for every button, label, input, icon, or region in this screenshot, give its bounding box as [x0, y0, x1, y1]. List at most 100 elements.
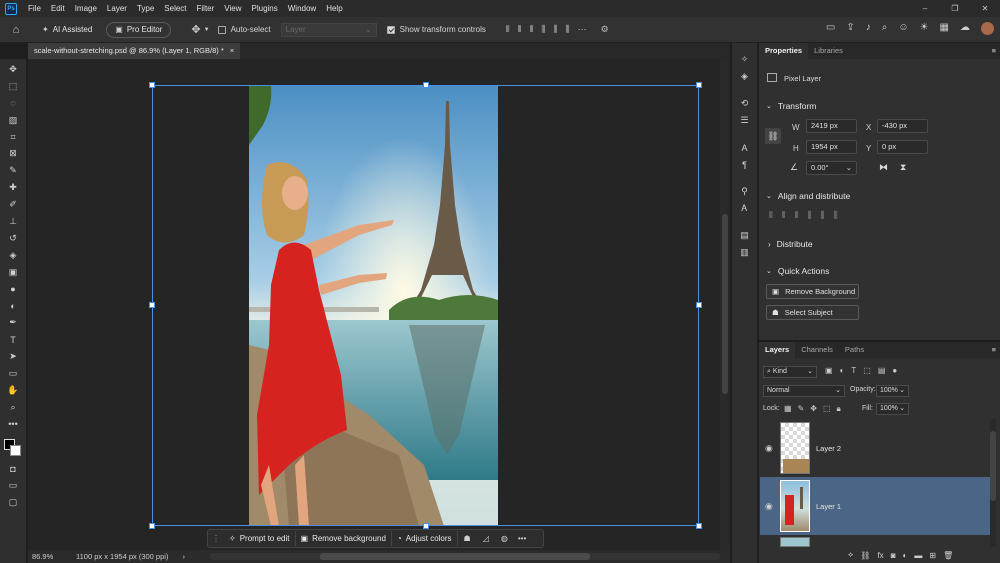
filter-smart-icon[interactable]: ▤: [878, 366, 886, 375]
flip-horizontal-icon[interactable]: ⧓: [879, 162, 888, 173]
align-middle-icon[interactable]: ⫼: [553, 24, 557, 35]
layer-comps-icon[interactable]: ▤: [738, 229, 752, 242]
align-bottom-icon[interactable]: ⫼: [834, 210, 838, 221]
layers-scroll-thumb[interactable]: [990, 431, 996, 501]
close-button[interactable]: ✕: [970, 0, 1000, 17]
glyphs-icon[interactable]: ⚲: [738, 185, 752, 198]
generative-layer-icon[interactable]: ⟡: [848, 550, 853, 560]
layer-row-layer-2[interactable]: ◉ Layer 2: [760, 419, 990, 477]
auto-select-checkbox[interactable]: [217, 25, 226, 34]
h-scroll-thumb[interactable]: [320, 553, 590, 560]
generative-icon[interactable]: ◈: [738, 70, 752, 83]
fx-icon[interactable]: fx: [877, 551, 883, 560]
lock-pixels-icon[interactable]: ✎: [798, 404, 805, 414]
menu-image[interactable]: Image: [70, 4, 102, 13]
link-icon[interactable]: ⛓: [765, 128, 781, 144]
menu-filter[interactable]: Filter: [192, 4, 220, 13]
transform-handle-tr[interactable]: [696, 82, 702, 88]
type-style-icon[interactable]: Ꭺ: [738, 202, 752, 215]
align-center-icon[interactable]: ⫴: [518, 24, 522, 35]
transform-bounding-box[interactable]: [149, 82, 702, 529]
restore-button[interactable]: ❐: [940, 0, 970, 17]
layer-1-name[interactable]: Layer 1: [816, 502, 841, 511]
lock-all-icon[interactable]: 🔒︎: [837, 404, 841, 414]
tab-libraries[interactable]: Libraries: [808, 43, 849, 59]
align-right-icon[interactable]: ⫴: [529, 24, 533, 35]
kind-filter-dropdown[interactable]: ⌕ Kind ⌄: [763, 366, 817, 378]
y-field[interactable]: 0 px: [877, 140, 928, 154]
text-tool-icon[interactable]: T: [5, 331, 21, 348]
more-options-icon[interactable]: •••: [518, 534, 526, 543]
align-left-icon[interactable]: ⫴: [769, 210, 773, 221]
paragraph-icon[interactable]: ¶: [738, 158, 752, 171]
remove-background-action[interactable]: ▣ Remove Background: [766, 284, 859, 299]
menu-view[interactable]: View: [219, 4, 246, 13]
menu-help[interactable]: Help: [321, 4, 347, 13]
width-field[interactable]: 2419 px: [806, 119, 857, 133]
ai-assisted-button[interactable]: ✦ AI Assisted: [34, 22, 100, 38]
frame-tool-icon[interactable]: ⊠: [5, 145, 21, 162]
panel-menu-icon[interactable]: ≡: [992, 43, 996, 59]
blur-tool-icon[interactable]: ●: [5, 281, 21, 298]
menu-file[interactable]: File: [23, 4, 46, 13]
adjustment-layer-icon[interactable]: ◐: [903, 551, 908, 560]
new-layer-icon[interactable]: ⊞: [929, 551, 936, 560]
lock-transparent-icon[interactable]: ▦: [784, 404, 792, 414]
history-brush-icon[interactable]: ↺: [5, 230, 21, 247]
transform-handle-bl[interactable]: [149, 523, 155, 529]
layer-row-layer-1[interactable]: ◉ Layer 1: [760, 477, 990, 535]
opacity-field[interactable]: 100% ⌄: [876, 385, 909, 397]
share-icon[interactable]: ⇪: [846, 22, 854, 35]
transform-handle-br[interactable]: [696, 523, 702, 529]
character-icon[interactable]: A: [738, 141, 752, 154]
layout-icon[interactable]: ▭: [826, 22, 835, 35]
feedback-icon[interactable]: ☺: [898, 22, 908, 35]
bell-icon[interactable]: ♪: [866, 22, 871, 35]
screen-mode-icon[interactable]: ▭: [5, 477, 21, 494]
document-tab[interactable]: scale-without-stretching.psd @ 86.9% (La…: [28, 43, 241, 59]
marquee-tool-icon[interactable]: ⬚: [5, 78, 21, 95]
angle-field[interactable]: 0.00° ⌄: [806, 161, 857, 175]
align-vcenter-icon[interactable]: ⫼: [820, 210, 824, 221]
sliders-icon[interactable]: ☰: [738, 114, 752, 127]
scroll-thumb[interactable]: [722, 214, 728, 394]
transform-handle-tl[interactable]: [149, 82, 155, 88]
menu-window[interactable]: Window: [283, 4, 321, 13]
tab-properties[interactable]: Properties: [759, 43, 809, 59]
zoom-level[interactable]: 86.9%: [32, 552, 70, 561]
distribute-icon[interactable]: ⋯: [578, 24, 587, 35]
remove-background-button[interactable]: ▣ Remove background: [296, 531, 392, 546]
filter-adjustment-icon[interactable]: ◐: [840, 366, 845, 375]
move-tool-icon[interactable]: ✥: [5, 61, 21, 78]
lock-artboard-icon[interactable]: ⬚: [823, 404, 831, 414]
hand-tool-icon[interactable]: ✋: [5, 382, 21, 399]
visibility-eye-icon[interactable]: ◉: [765, 501, 773, 512]
align-right-icon[interactable]: ⫴: [795, 210, 799, 221]
horizontal-scrollbar[interactable]: [210, 553, 720, 560]
color-swatches[interactable]: [4, 438, 22, 457]
pro-editor-button[interactable]: ▣ Pro Editor: [106, 21, 172, 38]
align-hcenter-icon[interactable]: ⫴: [782, 210, 786, 221]
discover-icon[interactable]: ✧: [738, 53, 752, 66]
transform-icon[interactable]: ◿: [483, 534, 489, 543]
menu-edit[interactable]: Edit: [46, 4, 70, 13]
align-section[interactable]: ⌄ Align and distribute: [766, 191, 850, 201]
align-left-icon[interactable]: ⫴: [506, 24, 510, 35]
drag-handle-icon[interactable]: ⋮: [212, 534, 220, 543]
height-field[interactable]: 1954 px: [806, 140, 857, 154]
select-subject-icon[interactable]: ☗: [464, 534, 471, 543]
more-tools-icon[interactable]: •••: [5, 416, 21, 433]
shape-tool-icon[interactable]: ▭: [5, 365, 21, 382]
eraser-tool-icon[interactable]: ◈: [5, 247, 21, 264]
stamp-tool-icon[interactable]: ⊥: [5, 213, 21, 230]
path-select-tool-icon[interactable]: ➤: [5, 348, 21, 365]
fill-field[interactable]: 100% ⌄: [876, 403, 909, 415]
pen-tool-icon[interactable]: ✒: [5, 314, 21, 331]
filter-shape-icon[interactable]: ⬚: [863, 366, 871, 375]
notes-icon[interactable]: ▥: [738, 246, 752, 259]
home-icon[interactable]: ⌂: [6, 24, 26, 36]
lock-position-icon[interactable]: ✥: [810, 404, 817, 414]
menu-plugins[interactable]: Plugins: [247, 4, 283, 13]
minimize-button[interactable]: –: [910, 0, 940, 17]
tab-layers[interactable]: Layers: [759, 342, 796, 358]
